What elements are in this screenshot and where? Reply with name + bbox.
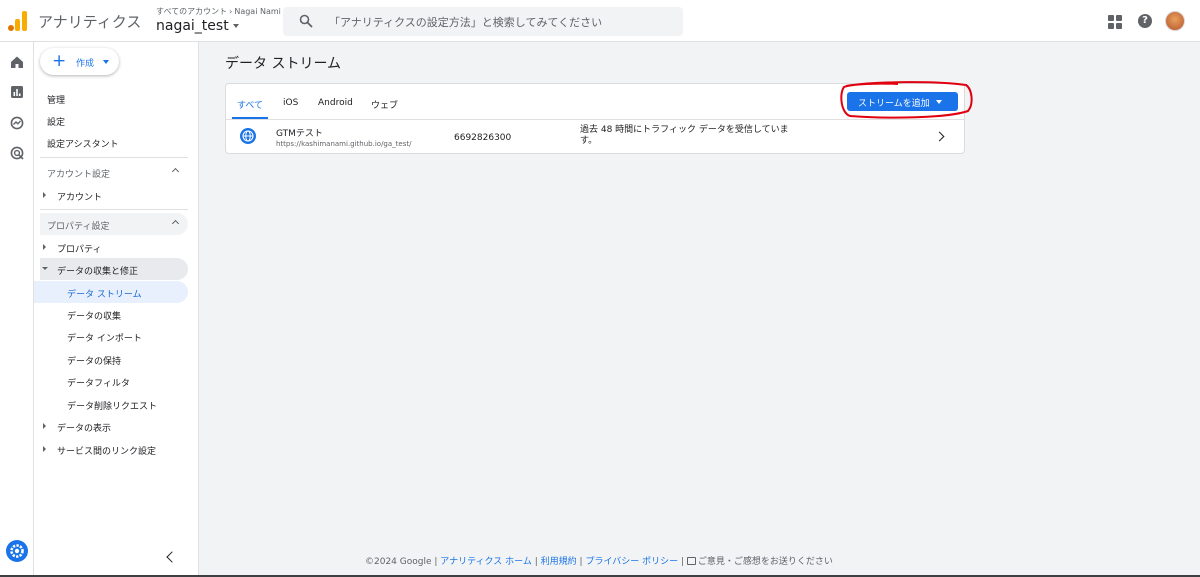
apps-grid-icon[interactable] <box>1108 15 1122 29</box>
section-label: プロパティ設定 <box>47 222 110 232</box>
breadcrumb-all-accounts[interactable]: すべてのアカウント <box>156 7 227 16</box>
tree-item-label: データの表示 <box>57 424 112 434</box>
stream-id: 6692826300 <box>454 133 512 143</box>
section-label: アカウント設定 <box>47 170 111 180</box>
sub-item-label: データ インポート <box>67 334 142 344</box>
footer: ©2024 Google | アナリティクス ホーム | 利用規約 | プライバ… <box>365 557 833 567</box>
feedback-link[interactable]: ご意見・ご感想をお送りください <box>686 557 833 567</box>
plus-icon: + <box>52 51 67 71</box>
link-terms[interactable]: 利用規約 <box>541 557 577 567</box>
reports-icon[interactable] <box>10 85 24 99</box>
caret-down-icon <box>232 24 239 28</box>
chevron-up-icon <box>171 219 180 228</box>
nav-setup-assistant[interactable]: 設定アシスタント <box>47 137 119 150</box>
breadcrumb-account[interactable]: Nagai Nami <box>234 7 281 16</box>
sub-item-label: データ削除リクエスト <box>67 402 158 412</box>
create-button[interactable]: + 作成 <box>40 48 119 75</box>
sub-item-data-filters[interactable]: データフィルタ <box>34 370 188 392</box>
sub-item-data-collection[interactable]: データの収集 <box>34 303 188 325</box>
tree-item-property[interactable]: プロパティ <box>40 236 188 258</box>
admin-gear-icon[interactable] <box>6 540 28 562</box>
tree-item-data-collection[interactable]: データの収集と修正 <box>40 258 188 280</box>
avatar[interactable] <box>1165 11 1185 31</box>
property-name: nagai_test <box>156 18 229 34</box>
admin-sidebar: + 作成 管理 設定 設定アシスタント アカウント設定 アカウント プロパティ設… <box>34 42 199 577</box>
sub-item-data-streams[interactable]: データ ストリーム <box>34 281 188 303</box>
tree-item-label: サービス間のリンク設定 <box>57 447 157 457</box>
red-circle-annotation <box>840 81 973 119</box>
sub-item-label: データの収集 <box>67 312 122 322</box>
stream-row[interactable]: GTMテスト https://kashimanami.github.io/ga_… <box>226 120 964 154</box>
search-icon <box>299 14 313 28</box>
nav-admin[interactable]: 管理 <box>47 93 65 106</box>
nav-settings[interactable]: 設定 <box>47 115 65 128</box>
feedback-icon <box>686 557 696 565</box>
left-rail <box>0 42 34 577</box>
stream-url: https://kashimanami.github.io/ga_test/ <box>276 140 412 148</box>
expand-arrow-icon <box>43 192 46 198</box>
tab-web[interactable]: ウェブ <box>371 98 398 111</box>
link-analytics-home[interactable]: アナリティクス ホーム <box>440 557 532 567</box>
create-button-label: 作成 <box>76 59 95 69</box>
copyright: ©2024 Google <box>365 557 432 567</box>
analytics-logo-icon[interactable] <box>8 11 28 31</box>
expand-arrow-icon <box>43 423 46 429</box>
sub-item-label: データ ストリーム <box>67 290 142 300</box>
sub-item-label: データの保持 <box>67 357 122 367</box>
explore-icon[interactable] <box>10 116 24 130</box>
help-icon[interactable]: ? <box>1138 14 1152 28</box>
tree-item-label: データの収集と修正 <box>57 267 139 277</box>
expand-arrow-icon <box>43 244 46 250</box>
top-bar: アナリティクス すべてのアカウント › Nagai Nami nagai_test … <box>0 0 1200 42</box>
tree-item-label: プロパティ <box>57 245 102 255</box>
chevron-right-icon: › <box>229 7 233 16</box>
expand-arrow-icon <box>43 446 46 452</box>
home-icon[interactable] <box>10 55 24 69</box>
tab-all[interactable]: すべて <box>237 98 263 111</box>
link-privacy[interactable]: プライバシー ポリシー <box>585 557 678 567</box>
page-title: データ ストリーム <box>225 56 342 72</box>
app-title[interactable]: アナリティクス <box>38 11 141 32</box>
stream-status: 過去 48 時間にトラフィック データを受信しています。 <box>580 125 789 146</box>
collapse-arrow-icon <box>42 267 48 270</box>
web-globe-icon <box>240 128 256 144</box>
divider <box>40 157 188 158</box>
property-selector[interactable]: nagai_test <box>156 18 239 34</box>
sub-item-data-import[interactable]: データ インポート <box>34 325 188 347</box>
search-placeholder[interactable]: 「アナリティクスの設定方法」と検索してみてください <box>329 14 602 30</box>
divider <box>40 209 188 210</box>
sub-item-data-deletion-requests[interactable]: データ削除リクエスト <box>34 393 188 415</box>
advertising-icon[interactable] <box>10 146 24 160</box>
tree-item-account[interactable]: アカウント <box>40 184 188 206</box>
caret-down-icon <box>103 60 109 64</box>
property-settings-section[interactable]: プロパティ設定 <box>40 213 188 235</box>
tree-item-product-links[interactable]: サービス間のリンク設定 <box>40 438 188 460</box>
tree-item-data-display[interactable]: データの表示 <box>40 415 188 437</box>
account-settings-section[interactable]: アカウント設定 <box>40 161 188 183</box>
chevron-right-icon[interactable] <box>934 131 945 142</box>
breadcrumb[interactable]: すべてのアカウント › Nagai Nami <box>156 6 281 17</box>
sub-item-label: データフィルタ <box>67 379 130 389</box>
chevron-up-icon <box>171 167 180 176</box>
tab-android[interactable]: Android <box>318 98 353 108</box>
tab-ios[interactable]: iOS <box>283 98 298 108</box>
collapse-sidebar-icon[interactable] <box>166 551 178 563</box>
feedback-label: ご意見・ご感想をお送りください <box>697 557 833 567</box>
search-bar[interactable]: 「アナリティクスの設定方法」と検索してみてください <box>283 7 683 36</box>
stream-name: GTMテスト <box>276 129 323 139</box>
sub-item-data-retention[interactable]: データの保持 <box>34 348 188 370</box>
tree-item-label: アカウント <box>57 193 103 203</box>
